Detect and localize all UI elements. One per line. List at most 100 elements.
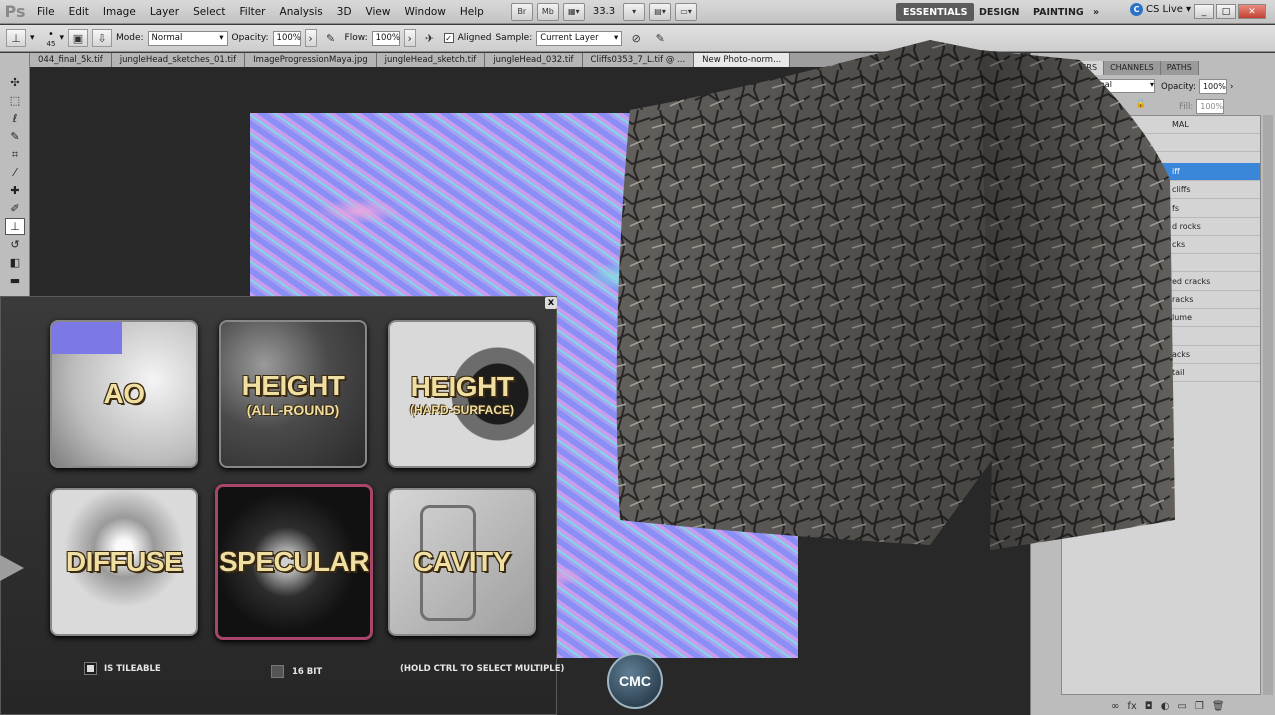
sample-value: Current Layer [540, 33, 599, 43]
tileable-label: IS TILEABLE [104, 664, 161, 674]
tile-height-all-round[interactable]: HEIGHT (ALL-ROUND) [219, 320, 367, 468]
layer-mask-icon[interactable]: ◘ [1145, 701, 1153, 712]
brush-tool-icon[interactable]: ✐ [5, 200, 25, 217]
group-icon[interactable]: ▭ [1177, 701, 1186, 712]
opacity-input[interactable]: 100% [272, 30, 301, 46]
tile-title: HEIGHT [410, 371, 514, 402]
doc-tab-1[interactable]: 044_final_5k.tif [30, 53, 112, 67]
brush-size: 45 [46, 39, 56, 48]
tile-title: SPECULAR [218, 546, 370, 577]
clone-stamp-preset-icon[interactable]: ⊥ [6, 29, 26, 47]
restore-button[interactable]: □ [1216, 4, 1236, 19]
layer-style-icon[interactable]: fx [1127, 701, 1136, 712]
stone-cube-render [616, 40, 1175, 550]
mode-select[interactable]: Normal ▾ [147, 30, 228, 46]
trash-icon[interactable]: 🗑 [1212, 701, 1225, 712]
close-button[interactable]: ✕ [1238, 4, 1266, 19]
menu-file[interactable]: File [30, 0, 62, 24]
arrow-right-icon[interactable] [0, 555, 24, 581]
brush-panel-icon[interactable]: ▣ [67, 29, 88, 47]
layer-fill-label: Fill: [1179, 101, 1194, 112]
app-logo: Ps [4, 2, 26, 21]
layer-opacity-input[interactable]: 100% [1198, 79, 1227, 94]
tile-diffuse[interactable]: DIFFUSE [50, 488, 198, 636]
gradient-tool-icon[interactable]: ▬ [5, 272, 25, 289]
layer-fill-input[interactable]: 100% [1196, 99, 1225, 114]
menu-window[interactable]: Window [397, 0, 452, 24]
workspace-design[interactable]: DESIGN [972, 3, 1027, 21]
airbrush-icon[interactable]: ✈ [420, 29, 440, 47]
aligned-checkbox[interactable]: ✓ [443, 33, 454, 43]
sample-label: Sample: [495, 33, 533, 43]
menu-edit[interactable]: Edit [62, 0, 96, 24]
tile-ao[interactable]: AO [50, 320, 198, 468]
minimize-button[interactable]: _ [1194, 4, 1214, 19]
doc-tab-5[interactable]: jungleHead_032.tif [485, 53, 583, 67]
clone-stamp-tool-icon[interactable]: ⊥ [5, 218, 25, 235]
flow-input[interactable]: 100% [371, 30, 400, 46]
bridge-button[interactable]: Br [510, 2, 533, 21]
flow-label: Flow: [344, 33, 368, 43]
cs-live[interactable]: C CS Live ▾ [1130, 3, 1191, 16]
workspace-more[interactable]: » [1086, 3, 1106, 21]
doc-tab-2[interactable]: jungleHead_sketches_01.tif [111, 53, 246, 67]
crop-tool-icon[interactable]: ⌗ [5, 146, 25, 163]
pressure-opacity-icon[interactable]: ✎ [321, 29, 341, 47]
healing-tool-icon[interactable]: ✚ [5, 182, 25, 199]
chevron-down-icon[interactable]: ▾ [30, 33, 35, 43]
eyedropper-tool-icon[interactable]: ⁄ [5, 164, 25, 181]
screen-mode-button[interactable]: ▭▾ [675, 2, 698, 21]
doc-tab-3[interactable]: ImageProgressionMaya.jpg [245, 53, 377, 67]
chevron-right-icon[interactable]: › [1230, 82, 1233, 92]
aligned-label: Aligned [457, 33, 492, 43]
check-mark [87, 665, 94, 672]
toolbox-header [0, 53, 29, 73]
link-layers-icon[interactable]: ∞ [1111, 701, 1119, 712]
dialog-close-button[interactable]: x [545, 297, 557, 309]
mode-value: Normal [151, 33, 183, 43]
menu-analysis[interactable]: Analysis [273, 0, 330, 24]
menu-bar: Ps File Edit Image Layer Select Filter A… [0, 0, 1275, 24]
tile-title: HEIGHT [241, 370, 345, 401]
menu-select[interactable]: Select [186, 0, 232, 24]
zoom-level[interactable]: 33.3 [593, 6, 615, 17]
menu-layer[interactable]: Layer [143, 0, 186, 24]
zoom-menu-icon[interactable]: ▾ [623, 2, 646, 21]
clone-source-icon[interactable]: ⇩ [91, 29, 112, 47]
tile-specular-selected[interactable]: SPECULAR [215, 484, 373, 640]
arrange-documents-button[interactable]: ▤▾ [649, 2, 672, 21]
tile-subtitle: (HARD-SURFACE) [410, 403, 514, 417]
flow-slider-arrow-icon[interactable]: › [403, 29, 416, 47]
tile-subtitle: (ALL-ROUND) [246, 402, 340, 418]
mini-bridge-button[interactable]: Mb [536, 2, 559, 21]
menu-view[interactable]: View [359, 0, 398, 24]
adjustment-layer-icon[interactable]: ◐ [1161, 701, 1170, 712]
select-multiple-hint: (HOLD CTRL TO SELECT MULTIPLE) [400, 664, 565, 674]
16bit-checkbox[interactable] [271, 665, 284, 678]
tile-height-hard-surface[interactable]: HEIGHT (HARD-SURFACE) [388, 320, 536, 468]
marquee-tool-icon[interactable]: ⬚ [5, 92, 25, 109]
chevron-down-icon[interactable]: ▾ [59, 33, 64, 43]
move-tool-icon[interactable]: ✣ [5, 74, 25, 91]
eraser-tool-icon[interactable]: ◧ [5, 254, 25, 271]
menu-3d[interactable]: 3D [330, 0, 359, 24]
history-brush-tool-icon[interactable]: ↺ [5, 236, 25, 253]
cs-live-icon: C [1130, 3, 1143, 16]
tile-cavity[interactable]: CAVITY [388, 488, 536, 636]
menu-filter[interactable]: Filter [233, 0, 273, 24]
tileable-checkbox[interactable] [84, 662, 97, 675]
lasso-tool-icon[interactable]: ℓ [5, 110, 25, 127]
new-layer-icon[interactable]: ❐ [1195, 701, 1204, 712]
tile-title: CAVITY [413, 546, 511, 577]
quick-select-tool-icon[interactable]: ✎ [5, 128, 25, 145]
layers-scrollbar[interactable] [1263, 115, 1273, 695]
brush-preset-picker[interactable]: • 45 [47, 29, 56, 48]
menu-help[interactable]: Help [453, 0, 491, 24]
doc-tab-4[interactable]: jungleHead_sketch.tif [376, 53, 486, 67]
opacity-slider-arrow-icon[interactable]: › [304, 29, 317, 47]
opacity-label: Opacity: [231, 33, 269, 43]
view-extras-button[interactable]: ▦▾ [562, 2, 585, 21]
menu-image[interactable]: Image [96, 0, 143, 24]
workspace-essentials[interactable]: ESSENTIALS [896, 3, 975, 21]
workspace-painting[interactable]: PAINTING [1026, 3, 1091, 21]
